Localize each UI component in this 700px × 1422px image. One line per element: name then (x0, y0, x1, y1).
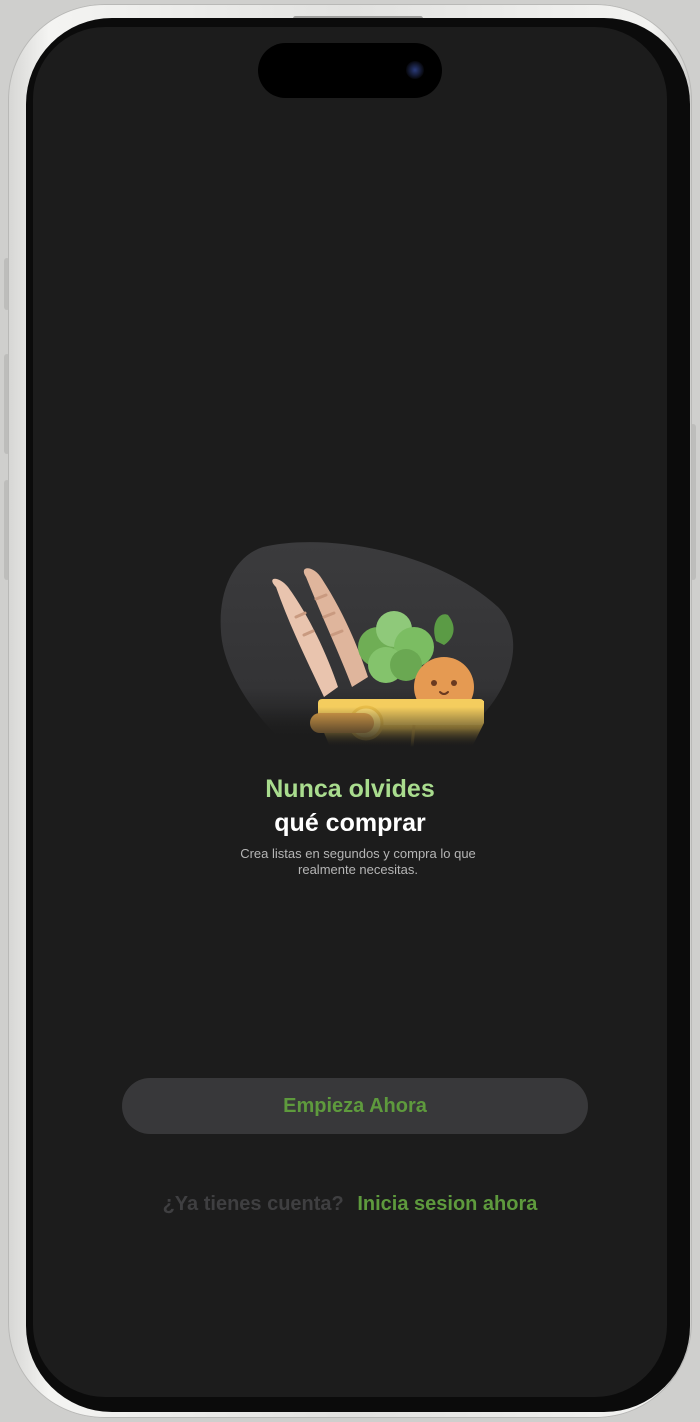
device-mockup: Nunca olvides qué comprar Crea listas en… (0, 0, 700, 1422)
subtitle-text: Crea listas en segundos y compra lo que … (240, 846, 476, 877)
app-screen: Nunca olvides qué comprar Crea listas en… (33, 27, 667, 1397)
camera-icon (406, 61, 424, 79)
headline-secondary: qué comprar (274, 809, 426, 837)
dynamic-island (258, 43, 442, 98)
login-prompt: ¿Ya tienes cuenta? Inicia sesion ahora (33, 1193, 667, 1216)
grocery-basket-illustration (218, 542, 518, 747)
start-now-button[interactable]: Empieza Ahora (122, 1078, 588, 1134)
login-link[interactable]: Inicia sesion ahora (357, 1193, 537, 1215)
headline-primary: Nunca olvides (265, 775, 435, 803)
account-question-text: ¿Ya tienes cuenta? (162, 1193, 344, 1215)
